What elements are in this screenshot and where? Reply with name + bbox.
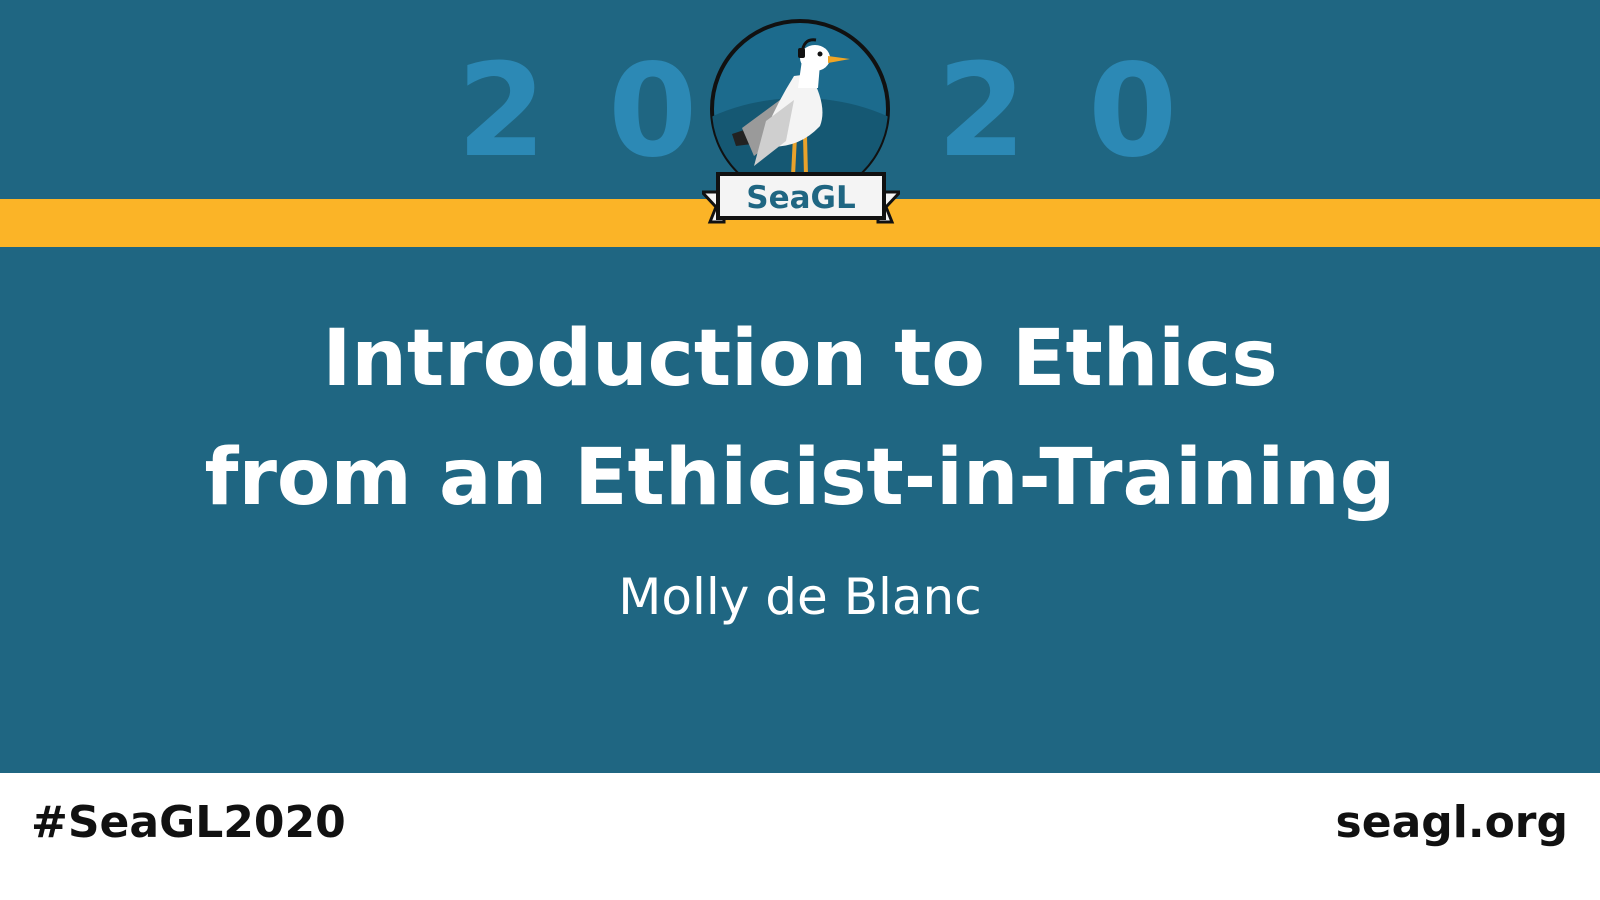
talk-title-line-1: Introduction to Ethics xyxy=(322,314,1278,404)
seagl-logo: SeaGL xyxy=(698,16,904,230)
website-url: seagl.org xyxy=(1335,797,1568,848)
speaker-name: Molly de Blanc xyxy=(618,568,982,626)
title-slide: 20 20 SeaGL Introduction to Ethics from … xyxy=(0,0,1600,900)
logo-text: SeaGL xyxy=(746,180,855,216)
event-hashtag: #SeaGL2020 xyxy=(31,797,346,848)
talk-title-line-2: from an Ethicist-in-Training xyxy=(204,433,1396,523)
seagull-icon: SeaGL xyxy=(698,19,904,224)
year-digits-right: 20 xyxy=(937,37,1240,186)
footer-bar: #SeaGL2020 seagl.org xyxy=(0,773,1600,900)
